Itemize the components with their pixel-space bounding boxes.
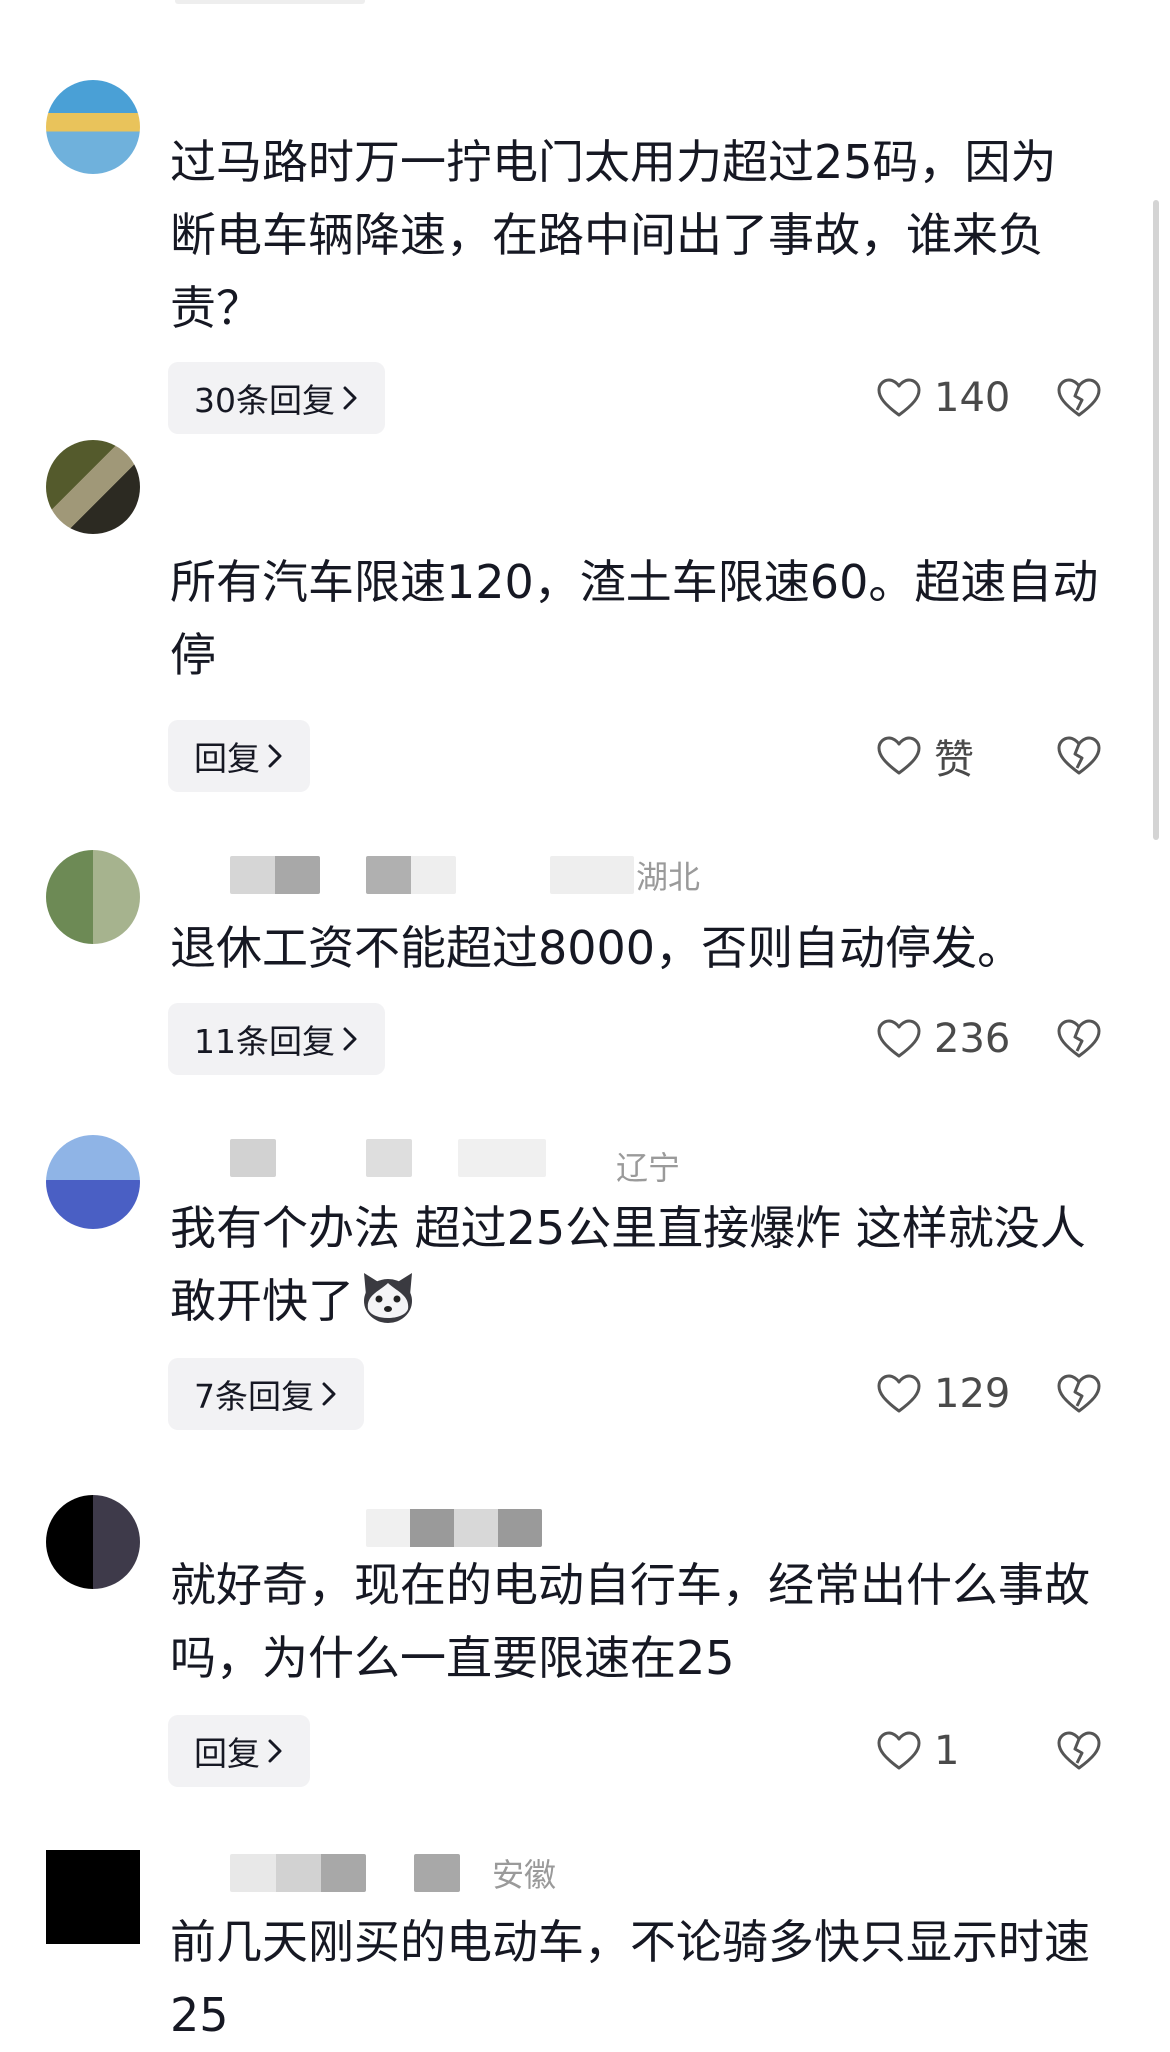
reply-label: 11条回复 — [194, 1022, 335, 1061]
broken-heart-icon — [1057, 736, 1101, 775]
reply-button[interactable]: 11条回复 — [168, 1003, 385, 1075]
broken-heart-icon — [1057, 1019, 1101, 1058]
like-count: 赞 — [934, 737, 974, 783]
comment-text-content: 我有个办法 超过25公里直接爆炸 这样就没人敢开快了 — [170, 1201, 1086, 1328]
dislike-button[interactable] — [1056, 1715, 1102, 1787]
chevron-right-icon — [268, 1739, 282, 1763]
like-count: 140 — [934, 375, 1011, 421]
avatar[interactable] — [46, 1135, 140, 1229]
reply-label: 回复 — [194, 1734, 260, 1773]
comment-location: 辽宁 — [616, 1149, 681, 1187]
chevron-right-icon — [343, 386, 357, 410]
avatar[interactable] — [46, 440, 140, 534]
comment-location: 安徽 — [492, 1856, 557, 1894]
heart-outline-icon — [877, 1731, 921, 1770]
dislike-button[interactable] — [1056, 720, 1102, 792]
scrollbar[interactable] — [1153, 200, 1159, 840]
blurred-username — [366, 856, 456, 894]
like-count: 236 — [934, 1016, 1011, 1062]
reply-label: 7条回复 — [194, 1377, 314, 1416]
heart-outline-icon — [877, 1374, 921, 1413]
dislike-button[interactable] — [1056, 1003, 1102, 1075]
husky-emoji — [364, 1273, 412, 1323]
comment-text: 我有个办法 超过25公里直接爆炸 这样就没人敢开快了 — [170, 1192, 1100, 1338]
reply-button[interactable]: 回复 — [168, 1715, 310, 1787]
reply-button[interactable]: 回复 — [168, 720, 310, 792]
blurred-username — [230, 1854, 366, 1892]
reply-label: 回复 — [194, 739, 260, 778]
reply-label: 30条回复 — [194, 381, 335, 420]
like-button[interactable]: 129 — [876, 1358, 1010, 1430]
chevron-right-icon — [322, 1382, 336, 1406]
like-count: 1 — [934, 1728, 960, 1774]
reply-button[interactable]: 7条回复 — [168, 1358, 364, 1430]
like-button[interactable]: 赞 — [876, 720, 974, 792]
heart-outline-icon — [877, 736, 921, 775]
reply-button[interactable]: 30条回复 — [168, 362, 385, 434]
like-count: 129 — [934, 1371, 1011, 1417]
dislike-button[interactable] — [1056, 362, 1102, 434]
blurred-username — [230, 856, 320, 894]
heart-outline-icon — [877, 378, 921, 417]
chevron-right-icon — [268, 744, 282, 768]
comment-text: 过马路时万一拧电门太用力超过25码，因为断电车辆降速，在路中间出了事故，谁来负责… — [170, 135, 1057, 335]
comment-text: 退休工资不能超过8000，否则自动停发。 — [170, 921, 1024, 975]
avatar[interactable] — [46, 1495, 140, 1589]
avatar[interactable] — [46, 850, 140, 944]
broken-heart-icon — [1057, 1374, 1101, 1413]
like-button[interactable]: 140 — [876, 362, 1010, 434]
heart-outline-icon — [877, 1019, 921, 1058]
blurred-username — [414, 1854, 460, 1892]
blurred-username — [230, 1139, 276, 1177]
avatar[interactable] — [46, 1850, 140, 1944]
broken-heart-icon — [1057, 1731, 1101, 1770]
previous-comment-edge — [175, 0, 365, 4]
like-button[interactable]: 1 — [876, 1715, 959, 1787]
comment-text: 前几天刚买的电动车，不论骑多快只显示时速25 — [170, 1915, 1090, 2042]
comment-text: 所有汽车限速120，渣土车限速60。超速自动停 — [170, 555, 1099, 682]
blurred-username — [550, 856, 634, 894]
chevron-right-icon — [343, 1027, 357, 1051]
blurred-username — [366, 1139, 412, 1177]
comment-location: 湖北 — [636, 858, 701, 896]
dislike-button[interactable] — [1056, 1358, 1102, 1430]
blurred-username — [366, 1509, 542, 1547]
comment-text: 就好奇，现在的电动自行车，经常出什么事故吗，为什么一直要限速在25 — [170, 1558, 1090, 1685]
broken-heart-icon — [1057, 378, 1101, 417]
like-button[interactable]: 236 — [876, 1003, 1010, 1075]
avatar[interactable] — [46, 80, 140, 174]
blurred-username — [458, 1139, 546, 1177]
